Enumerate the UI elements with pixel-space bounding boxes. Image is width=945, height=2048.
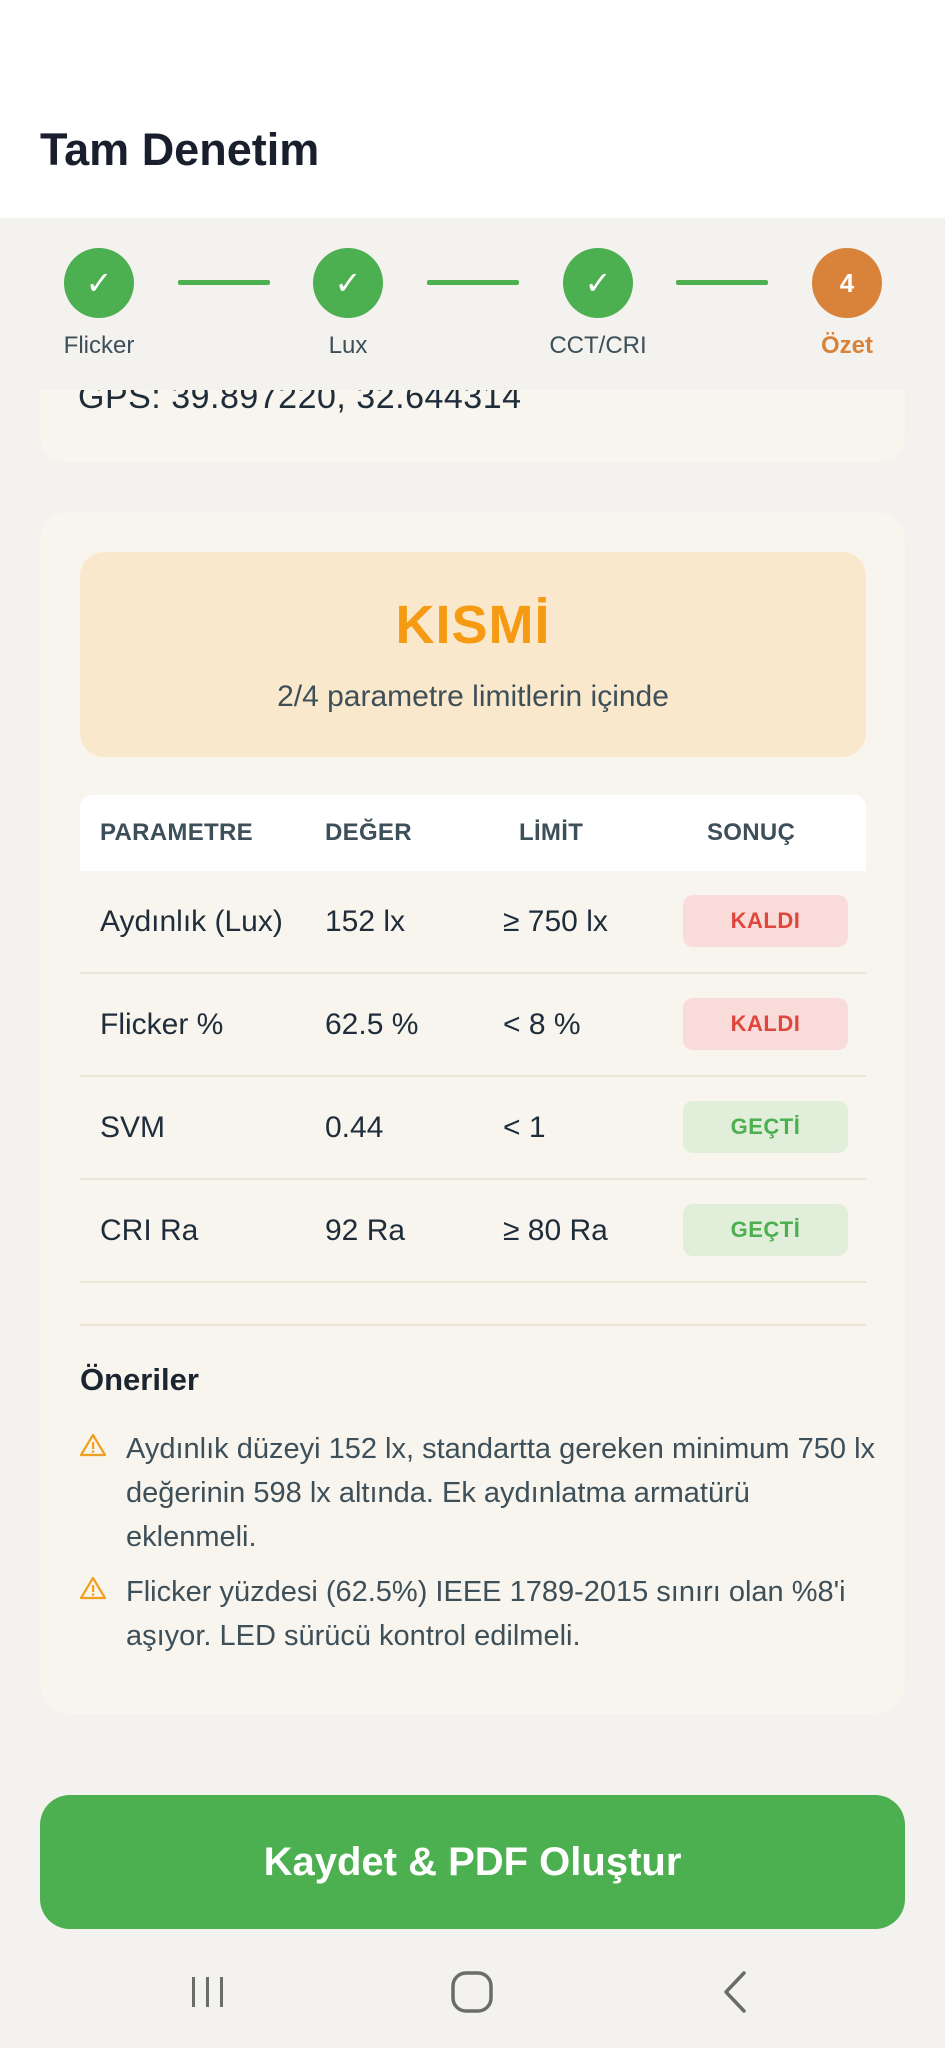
row-limit: ≥ 750 lx	[503, 905, 608, 938]
step-label-summary: Özet	[820, 332, 873, 359]
result-status: KISMİ	[395, 595, 551, 655]
table-row: Aydınlık (Lux) 152 lx ≥ 750 lx KALDI	[80, 871, 866, 974]
row-parameter: CRI Ra	[100, 1214, 199, 1247]
step-connector	[676, 280, 768, 285]
row-limit: < 8 %	[503, 1008, 581, 1041]
recommendation-text: Aydınlık düzeyi 152 lx, standartta gerek…	[126, 1433, 876, 1553]
row-limit: ≥ 80 Ra	[503, 1214, 608, 1247]
back-icon[interactable]	[706, 1967, 766, 2017]
row-parameter: Flicker %	[100, 1008, 224, 1041]
results-table: PARAMETRE DEĞER LİMİT SONUÇ Aydınlık (Lu…	[80, 795, 866, 1283]
result-status-box: KISMİ 2/4 parametre limitlerin içinde	[80, 552, 866, 757]
table-row: CRI Ra 92 Ra ≥ 80 Ra GEÇTİ	[80, 1180, 866, 1283]
warning-icon	[80, 1433, 106, 1457]
fail-badge: KALDI	[683, 998, 848, 1050]
step-cct-cri-check-icon[interactable]: ✓	[563, 248, 633, 318]
table-row: SVM 0.44 < 1 GEÇTİ	[80, 1077, 866, 1180]
progress-stepper: ✓ ✓ ✓ 4 Flicker Lux CCT/CRI Özet	[0, 218, 945, 390]
pass-badge: GEÇTİ	[683, 1204, 848, 1256]
step-label-cct-cri: CCT/CRI	[549, 332, 647, 359]
screen: GPS: 39.897220, 32.644314 KISMİ 2/4 para…	[0, 0, 945, 2048]
row-parameter: Aydınlık (Lux)	[100, 905, 283, 938]
header-value: DEĞER	[325, 819, 412, 846]
header-limit: LİMİT	[519, 819, 584, 846]
step-label-flicker: Flicker	[63, 332, 135, 359]
system-nav-bar	[0, 1935, 945, 2048]
summary-card: KISMİ 2/4 parametre limitlerin içinde PA…	[40, 512, 905, 1714]
step-lux-check-icon[interactable]: ✓	[313, 248, 383, 318]
warning-icon	[80, 1576, 106, 1600]
recommendations-title: Öneriler	[80, 1362, 199, 1397]
page-title: Tam Denetim	[40, 124, 320, 175]
save-pdf-button[interactable]: Kaydet & PDF Oluştur	[40, 1795, 905, 1929]
row-value: 92 Ra	[325, 1214, 406, 1247]
fail-badge: KALDI	[683, 895, 848, 947]
app-header: Tam Denetim	[0, 0, 945, 218]
row-limit: < 1	[503, 1111, 546, 1144]
recent-apps-icon[interactable]	[178, 1967, 238, 2017]
home-icon[interactable]	[442, 1967, 502, 2017]
header-parameter: PARAMETRE	[100, 819, 253, 846]
table-header: PARAMETRE DEĞER LİMİT SONUÇ	[80, 795, 866, 871]
table-row: Flicker % 62.5 % < 8 % KALDI	[80, 974, 866, 1077]
recommendation-text: Flicker yüzdesi (62.5%) IEEE 1789-2015 s…	[126, 1576, 846, 1652]
row-value: 152 lx	[325, 905, 406, 938]
row-value: 62.5 %	[325, 1008, 419, 1041]
header-result: SONUÇ	[707, 819, 796, 846]
step-summary-number[interactable]: 4	[812, 248, 882, 318]
result-summary: 2/4 parametre limitlerin içinde	[277, 680, 669, 713]
pass-badge: GEÇTİ	[683, 1101, 848, 1153]
section-divider	[80, 1324, 866, 1326]
row-parameter: SVM	[100, 1111, 166, 1144]
step-connector	[427, 280, 519, 285]
step-flicker-check-icon[interactable]: ✓	[64, 248, 134, 318]
step-connector	[178, 280, 270, 285]
row-value: 0.44	[325, 1111, 384, 1144]
step-label-lux: Lux	[328, 332, 368, 359]
